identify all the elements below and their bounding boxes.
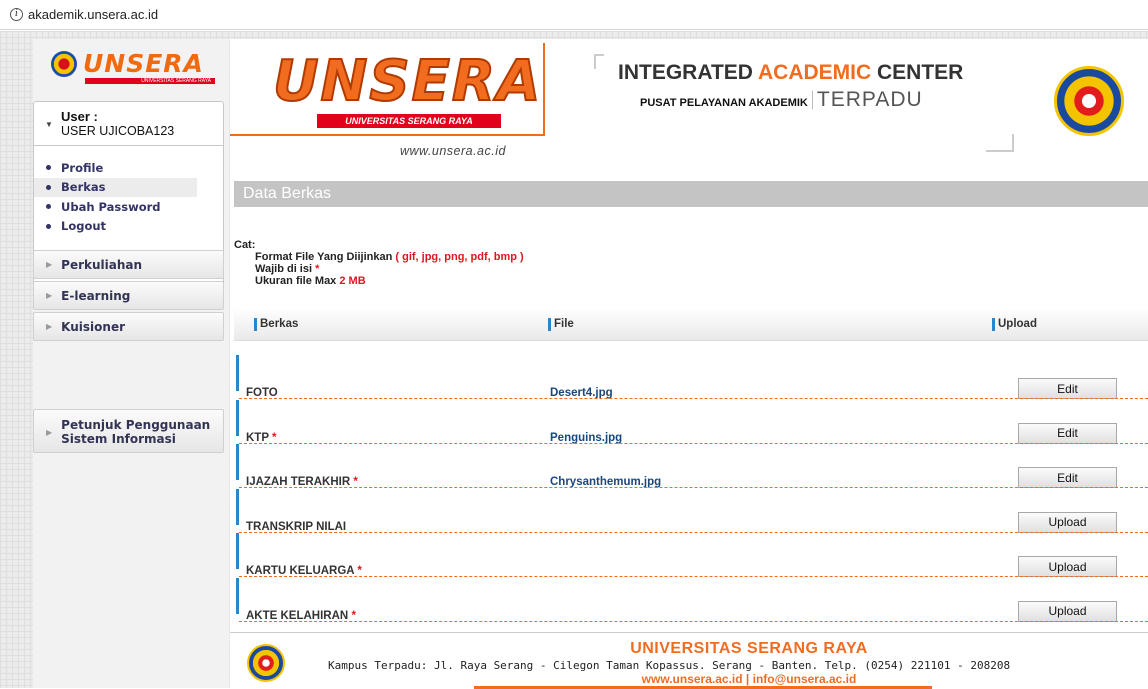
- column-header-file: File: [548, 318, 574, 331]
- unsera-logo: UNSERA: [272, 49, 543, 114]
- url-text: akademik.unsera.ac.id: [28, 7, 159, 22]
- section-label: Perkuliahan: [61, 257, 143, 272]
- chevron-right-icon: ▶: [46, 428, 53, 437]
- menu-item-label: Logout: [61, 219, 107, 234]
- menu-item-label: Berkas: [61, 180, 106, 195]
- section-perkuliahan[interactable]: ▶ Perkuliahan: [33, 250, 224, 279]
- title-accent: ACADEMIC: [758, 61, 872, 84]
- sidebar-logo-word: UNSERA: [83, 49, 204, 78]
- header-subtitle: PUSAT PELAYANAN AKADEMIK TERPADU: [640, 89, 923, 110]
- required-star: *: [315, 263, 320, 275]
- menu-item-label: Ubah Password: [61, 199, 161, 214]
- row-divider: [239, 620, 1148, 622]
- menu-item-ubah-password[interactable]: Ubah Password: [34, 197, 223, 217]
- help-line-2: Sistem Informasi: [61, 432, 176, 446]
- sidebar: UNSERA UNIVERSITAS SERANG RAYA ▼ User : …: [33, 39, 229, 688]
- upload-button[interactable]: Upload: [1018, 556, 1117, 577]
- menu-item-label: Profile: [61, 160, 104, 175]
- table-row: AKTE KELAHIRAN * Upload: [234, 577, 1148, 624]
- chevron-right-icon: ▶: [46, 322, 53, 331]
- edit-button[interactable]: Edit: [1018, 467, 1117, 488]
- user-menu: Profile Berkas Ubah Password Logout: [34, 158, 223, 236]
- user-header[interactable]: ▼ User : USER UJICOBA123: [34, 102, 223, 146]
- edit-button[interactable]: Edit: [1018, 378, 1117, 399]
- table-row: IJAZAH TERAKHIR * Chrysanthemum.jpg Edit: [234, 444, 1148, 490]
- site-header: UNSERA UNIVERSITAS SERANG RAYA www.unser…: [230, 39, 1148, 171]
- notes-wajib: Wajib di isi *: [234, 263, 524, 275]
- upload-notes: Cat: Format File Yang Diijinkan ( gif, j…: [234, 239, 524, 287]
- notes-cat: Cat:: [234, 239, 256, 251]
- menu-item-berkas[interactable]: Berkas: [34, 177, 197, 197]
- header-title: INTEGRATED ACADEMIC CENTER: [618, 61, 963, 85]
- user-label: User :: [61, 109, 98, 124]
- user-name: USER UJICOBA123: [61, 124, 175, 138]
- section-label: E-learning: [61, 288, 131, 303]
- section-kuisioner[interactable]: ▶ Kuisioner: [33, 312, 224, 341]
- unsera-logo-sub: UNIVERSITAS SERANG RAYA: [317, 114, 501, 128]
- menu-item-profile[interactable]: Profile: [34, 158, 223, 178]
- upload-button[interactable]: Upload: [1018, 600, 1117, 622]
- format-label: Format File Yang Diijinkan: [255, 251, 393, 263]
- table-row: TRANSKRIP NILAI Upload: [234, 488, 1148, 535]
- column-header-berkas: Berkas: [254, 318, 298, 331]
- page-title: Data Berkas: [243, 185, 332, 202]
- max-value: 2 MB: [339, 275, 366, 287]
- bullet-icon: [46, 204, 51, 210]
- row-marker: [236, 533, 239, 569]
- header-logo-panel: UNSERA UNIVERSITAS SERANG RAYA: [230, 43, 545, 136]
- bullet-icon: [46, 165, 51, 171]
- chevron-down-icon: ▼: [45, 120, 53, 129]
- column-header-upload: Upload: [992, 318, 1037, 331]
- footer-title: UNIVERSITAS SERANG RAYA: [630, 640, 868, 657]
- help-line-1: Petunjuk Penggunaan: [61, 418, 211, 432]
- decor-corner: [594, 54, 604, 69]
- row-marker: [236, 355, 239, 391]
- section-label: Kuisioner: [61, 319, 125, 334]
- section-petunjuk[interactable]: ▶ Petunjuk Penggunaan Sistem Informasi: [33, 409, 224, 453]
- chevron-right-icon: ▶: [46, 291, 53, 300]
- decor-corner: [986, 134, 1014, 152]
- row-marker: [236, 444, 239, 480]
- upload-button[interactable]: Upload: [1018, 511, 1117, 533]
- row-marker: [236, 577, 239, 614]
- sidebar-logo-sub: UNIVERSITAS SERANG RAYA: [85, 78, 215, 84]
- notes-format: Format File Yang Diijinkan ( gif, jpg, p…: [234, 251, 524, 263]
- unsera-seal-icon: [51, 51, 77, 77]
- page-title-bar: Data Berkas: [234, 181, 1148, 207]
- chevron-right-icon: ▶: [46, 260, 53, 269]
- row-marker: [236, 399, 239, 436]
- terpadu-text: TERPADU: [811, 89, 923, 110]
- bullet-icon: [46, 223, 51, 229]
- table-row: KARTU KELUARGA * Upload: [234, 533, 1148, 579]
- unsera-seal-icon: [1054, 66, 1124, 136]
- bullet-icon: [46, 184, 51, 190]
- section-e-learning[interactable]: ▶ E-learning: [33, 281, 224, 310]
- footer-web: www.unsera.ac.id | info@unsera.ac.id: [641, 672, 857, 686]
- format-value: ( gif, jpg, png, pdf, bmp ): [395, 251, 524, 263]
- header-url: www.unsera.ac.id: [400, 144, 506, 158]
- row-marker: [236, 488, 239, 525]
- info-icon[interactable]: i: [10, 8, 23, 21]
- footer-address: Kampus Terpadu: Jl. Raya Serang - Cilego…: [328, 659, 1011, 672]
- title-part: INTEGRATED: [618, 61, 758, 84]
- menu-item-logout[interactable]: Logout: [34, 217, 223, 237]
- pusat-text: PUSAT PELAYANAN AKADEMIK: [640, 97, 808, 109]
- table-row: KTP * Penguins.jpg Edit: [234, 399, 1148, 446]
- sidebar-logo: UNSERA UNIVERSITAS SERANG RAYA: [51, 49, 215, 84]
- title-part: CENTER: [871, 61, 964, 84]
- address-bar[interactable]: i akademik.unsera.ac.id: [0, 0, 1148, 30]
- main-content: UNSERA UNIVERSITAS SERANG RAYA www.unser…: [230, 39, 1148, 689]
- wajib-label: Wajib di isi: [255, 263, 313, 275]
- table-header: Berkas File Upload: [234, 308, 1148, 341]
- help-label: Petunjuk Penggunaan Sistem Informasi: [61, 418, 210, 446]
- max-label: Ukuran file Max: [255, 275, 337, 287]
- notes-max: Ukuran file Max 2 MB: [234, 275, 524, 287]
- table-row: FOTO Desert4.jpg Edit: [234, 355, 1148, 401]
- footer: UNIVERSITAS SERANG RAYA Kampus Terpadu: …: [230, 632, 1148, 689]
- edit-button[interactable]: Edit: [1018, 422, 1117, 444]
